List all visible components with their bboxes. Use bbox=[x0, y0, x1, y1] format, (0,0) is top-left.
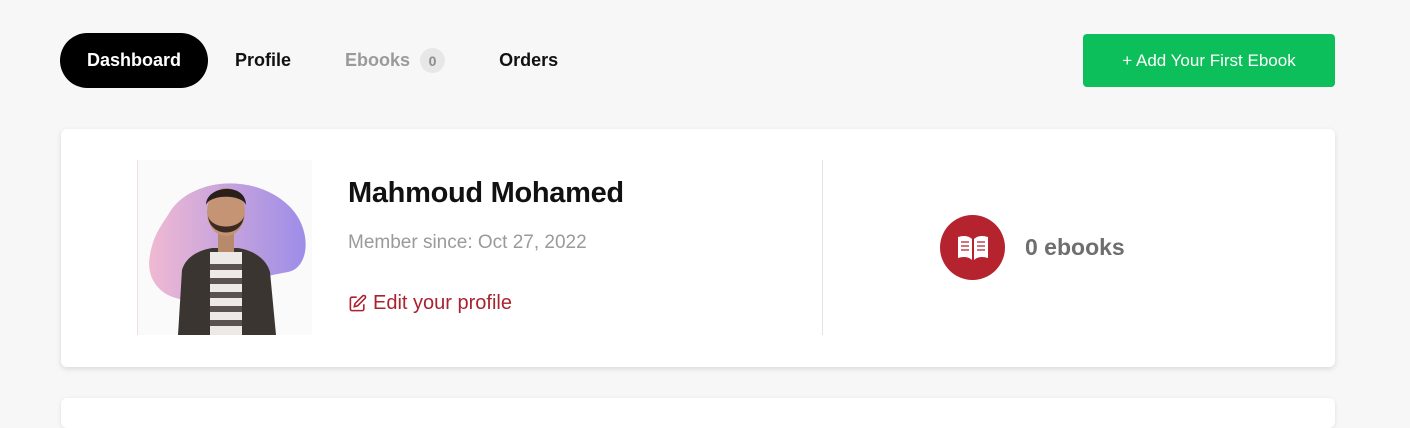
edit-icon bbox=[349, 294, 367, 312]
main-nav: Dashboard Profile Ebooks 0 Orders bbox=[60, 33, 585, 88]
tab-dashboard-label: Dashboard bbox=[87, 50, 182, 70]
ebooks-count-badge: 0 bbox=[420, 48, 446, 73]
edit-profile-label: Edit your profile bbox=[373, 292, 512, 314]
tab-ebooks-label: Ebooks bbox=[345, 50, 411, 70]
open-book-icon bbox=[957, 235, 988, 260]
edit-profile-link[interactable]: Edit your profile bbox=[348, 292, 624, 315]
profile-name: Mahmoud Mohamed bbox=[348, 177, 624, 209]
tab-ebooks[interactable]: Ebooks 0 bbox=[318, 33, 472, 88]
tab-profile[interactable]: Profile bbox=[208, 33, 318, 88]
profile-summary-card: Mahmoud Mohamed Member since: Oct 27, 20… bbox=[61, 129, 1335, 367]
tab-orders[interactable]: Orders bbox=[472, 33, 585, 88]
member-since: Member since: Oct 27, 2022 bbox=[348, 232, 587, 253]
book-badge bbox=[940, 215, 1005, 280]
profile-info: Mahmoud Mohamed Member since: Oct 27, 20… bbox=[348, 177, 624, 315]
add-first-ebook-label: + Add Your First Ebook bbox=[1122, 50, 1296, 70]
add-first-ebook-button[interactable]: + Add Your First Ebook bbox=[1083, 34, 1335, 87]
tab-dashboard[interactable]: Dashboard bbox=[60, 33, 209, 88]
ebooks-stat: 0 ebooks bbox=[940, 215, 1125, 280]
user-photo bbox=[149, 183, 306, 335]
tab-orders-label: Orders bbox=[499, 50, 559, 70]
ebooks-count: 0 ebooks bbox=[1025, 234, 1125, 260]
card-divider bbox=[822, 160, 823, 335]
avatar bbox=[137, 160, 312, 335]
tab-profile-label: Profile bbox=[235, 50, 292, 70]
